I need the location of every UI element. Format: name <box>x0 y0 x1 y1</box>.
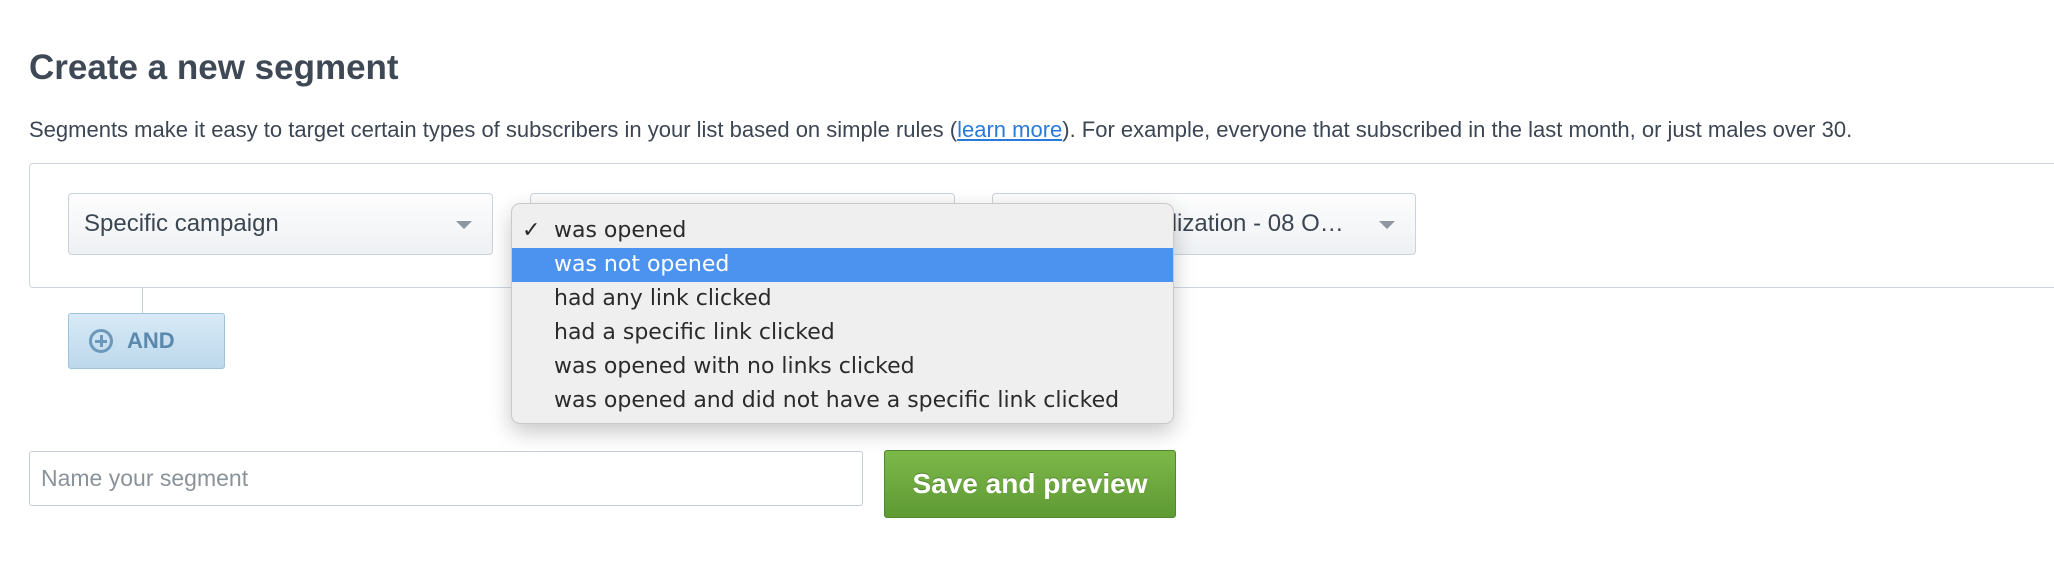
menu-option-was-opened[interactable]: ✓ was opened <box>512 214 1173 248</box>
learn-more-link[interactable]: learn more <box>957 117 1062 142</box>
page-title: Create a new segment <box>29 48 399 87</box>
field-select[interactable]: Specific campaign <box>68 193 493 255</box>
menu-option-opened-not-specific-link[interactable]: was opened and did not have a specific l… <box>512 384 1173 418</box>
option-label: was opened and did not have a specific l… <box>554 388 1120 413</box>
menu-option-was-not-opened[interactable]: was not opened <box>512 248 1173 282</box>
option-label: was opened with no links clicked <box>554 354 915 379</box>
option-label: had a specific link clicked <box>554 320 835 345</box>
menu-option-had-specific-link-clicked[interactable]: had a specific link clicked <box>512 316 1173 350</box>
intro-text-end: ). For example, everyone that subscribed… <box>1062 117 1853 142</box>
option-label: was opened <box>554 218 687 243</box>
chevron-down-icon <box>456 221 472 229</box>
field-select-value: Specific campaign <box>84 210 279 237</box>
segment-name-input[interactable] <box>29 451 863 506</box>
save-and-preview-button[interactable]: Save and preview <box>884 450 1176 518</box>
menu-option-had-any-link-clicked[interactable]: had any link clicked <box>512 282 1173 316</box>
menu-option-opened-no-links-clicked[interactable]: was opened with no links clicked <box>512 350 1173 384</box>
operator-dropdown-menu: ✓ was opened was not opened had any link… <box>511 203 1174 424</box>
rule-connector-line <box>142 288 143 314</box>
chevron-down-icon <box>1379 221 1395 229</box>
intro-text: Segments make it easy to target certain … <box>29 117 1852 143</box>
intro-text-start: Segments make it easy to target certain … <box>29 117 958 142</box>
option-label: had any link clicked <box>554 286 772 311</box>
campaign-select-value: nalization - 08 O… <box>1145 210 1344 237</box>
plus-circle-icon <box>89 329 113 353</box>
checkmark-icon: ✓ <box>522 218 541 243</box>
option-label: was not opened <box>554 252 730 277</box>
add-and-rule-button[interactable]: AND <box>68 313 225 369</box>
and-button-label: AND <box>127 328 175 353</box>
